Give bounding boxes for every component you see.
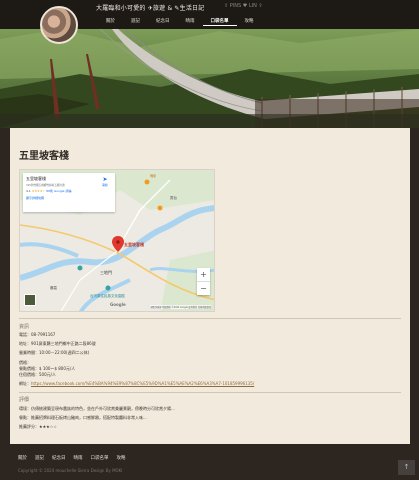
- map-label: 台灣原住民族文化園區: [90, 294, 125, 298]
- nav-item-anniversary[interactable]: 紀念日: [148, 17, 178, 26]
- map-type-toggle[interactable]: [24, 294, 36, 306]
- rating-value: 4.1: [26, 188, 31, 193]
- website-link[interactable]: https://www.facebook.com/%E4%BA%94%E9%87…: [31, 381, 254, 386]
- info-price-stay: 住宿價格：500元/人: [19, 372, 56, 377]
- directions-label: 路線: [102, 183, 108, 187]
- footer-nav-guide[interactable]: 攻略: [117, 455, 126, 461]
- nav-item-guide[interactable]: 攻略: [237, 17, 262, 26]
- content-card: 五里坡客棧 五里坡客棧 瑪家 三地門 台灣原住民族文化園區 霧台 賽嘉 五里坡客…: [10, 128, 410, 444]
- info-price-title: 價格：: [19, 360, 31, 365]
- review-food: 餐點：推薦招牌料理石板烤山豬肉，口感鮮嫩，搭配特製醬料非常入味...: [19, 415, 147, 420]
- info-section-title: 資訊: [19, 324, 30, 330]
- map-label: 三地門: [100, 270, 112, 275]
- footer-nav-pocket-list[interactable]: 口袋名單: [91, 455, 109, 461]
- reviews-link[interactable]: 88則 Google 評論: [46, 189, 71, 193]
- site-title[interactable]: 大羅臨和小可愛的 ✈旅遊 & ✎生活日記: [96, 3, 204, 12]
- zoom-out-button[interactable]: −: [197, 282, 210, 295]
- website-prefix: 網址：: [19, 381, 31, 386]
- footer-nav-travel[interactable]: 遊記: [35, 455, 44, 461]
- nav-item-about[interactable]: 關於: [98, 17, 123, 26]
- footer-nav-about[interactable]: 關於: [18, 455, 27, 461]
- nav-item-travel[interactable]: 遊記: [123, 17, 148, 26]
- place-rating: 4.1 ★★★★☆ 88則 Google 評論: [26, 189, 112, 193]
- back-to-top-button[interactable]: ↑: [398, 460, 415, 475]
- embedded-map[interactable]: 五里坡客棧 瑪家 三地門 台灣原住民族文化園區 霧台 賽嘉 五里坡客棧 315新…: [19, 169, 215, 312]
- suspension-bridge-image: [0, 29, 419, 128]
- directions-button[interactable]: ➤ 路線: [98, 176, 112, 187]
- info-website: 網址：https://www.facebook.com/%E4%BA%94%E9…: [19, 382, 254, 386]
- divider: [19, 318, 401, 319]
- map-place-card: 五里坡客棧 315新竹縣五峰鄉竹林村五鄰六號 4.1 ★★★★☆ 88則 Goo…: [23, 173, 115, 212]
- directions-icon: ➤: [102, 176, 108, 183]
- map-label: 賽嘉: [50, 286, 57, 290]
- footer-nav-anniversary[interactable]: 紀念日: [52, 455, 66, 461]
- avatar[interactable]: [40, 6, 78, 44]
- map-pin-label: 五里坡客棧: [124, 242, 144, 247]
- site-footer: 關於 遊記 紀念日 晴雨 口袋名單 攻略 Copyright © 2024 mo…: [0, 444, 419, 480]
- footer-nav-weather[interactable]: 晴雨: [74, 455, 83, 461]
- nav-item-weather[interactable]: 晴雨: [178, 17, 203, 26]
- map-footer: 鍵盤快捷鍵 地圖資料 ©2024 Google 使用條款 回報地圖錯誤: [150, 305, 211, 309]
- map-label: 霧台: [170, 196, 177, 200]
- zoom-controls: + −: [197, 268, 210, 295]
- footer-nav: 關於 遊記 紀念日 晴雨 口袋名單 攻略: [18, 455, 126, 461]
- nav-item-pocket-list[interactable]: 口袋名單: [202, 17, 237, 26]
- copyright: Copyright © 2024 mouchelle Sierra Design…: [18, 468, 123, 473]
- zoom-in-button[interactable]: +: [197, 268, 210, 281]
- review-environment: 環境：仿傳統建築呈現布農族的特色，坐在戶外可欣賞美麗景觀，傍晚時分可欣賞夕陽..…: [19, 406, 175, 411]
- review-rating: 推薦評分：★★★☆☆: [19, 424, 57, 429]
- divider: [19, 392, 401, 393]
- info-phone: 電話：08-7991167: [19, 332, 56, 337]
- map-label: 瑪家: [150, 174, 157, 178]
- info-address: 地址：901屏東縣三地門鄉中正路二段86號: [19, 341, 96, 346]
- info-price-meal: 餐點價格：$ 100～$ 800元/人: [19, 366, 76, 371]
- social-links[interactable]: ⇪ PINS ♥ LIN ⇪: [224, 3, 263, 9]
- page-title: 五里坡客棧: [19, 151, 69, 162]
- info-hours: 營業時間：10:00－22:00(週四二公休): [19, 350, 90, 355]
- rating-stars: ★★★★☆: [31, 188, 46, 193]
- view-larger-map-link[interactable]: 顯示詳細地圖: [26, 196, 112, 200]
- google-logo: Google: [110, 302, 126, 307]
- main-nav: 關於 遊記 紀念日 晴雨 口袋名單 攻略: [98, 17, 262, 26]
- hero-banner: [0, 29, 419, 128]
- review-section-title: 評價: [19, 397, 30, 403]
